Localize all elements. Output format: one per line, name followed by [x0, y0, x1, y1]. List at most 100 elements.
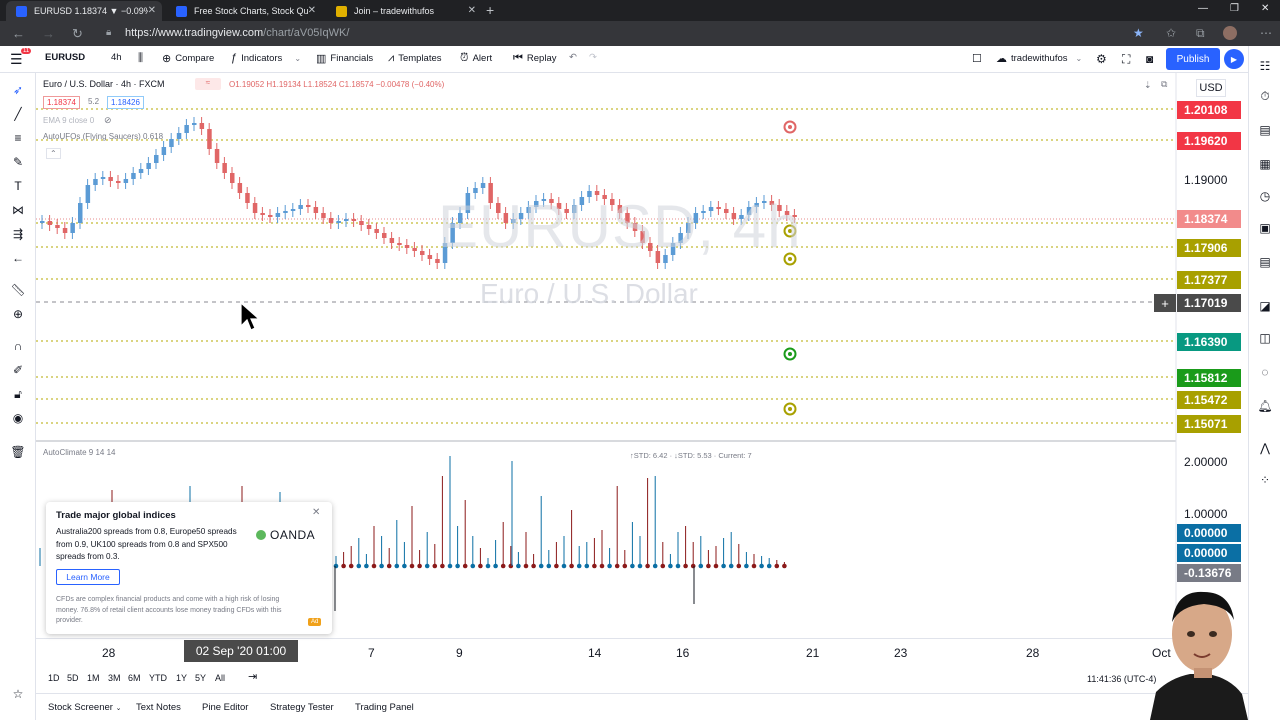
- trendline-icon[interactable]: ╱: [9, 106, 27, 122]
- chats-icon[interactable]: ◫: [1257, 330, 1273, 346]
- bid-price[interactable]: 1.18374: [43, 96, 80, 109]
- financials-button[interactable]: ▥ Financials: [316, 52, 373, 65]
- compare-button[interactable]: ⊕ Compare: [162, 52, 214, 65]
- data-window-icon[interactable]: ▤: [1257, 122, 1273, 138]
- flag-icon[interactable]: ≈: [195, 78, 221, 90]
- layout-square-icon[interactable]: ☐: [972, 52, 982, 65]
- new-tab-icon[interactable]: +: [486, 2, 494, 18]
- histogram-dot: [356, 563, 362, 569]
- histogram-dot: [569, 563, 574, 569]
- browser-menu-icon[interactable]: ⋯: [1260, 26, 1272, 40]
- window-close-icon[interactable]: ✕: [1261, 3, 1269, 14]
- watchlist-icon[interactable]: ☷: [1257, 58, 1273, 74]
- prediction-icon[interactable]: ⇶: [9, 226, 27, 242]
- range-button[interactable]: All: [215, 673, 225, 683]
- browser-tab[interactable]: Join – tradewithufos ✕: [326, 1, 482, 21]
- tab-strategy-tester[interactable]: Strategy Tester: [270, 702, 334, 713]
- range-button[interactable]: 5D: [67, 673, 79, 683]
- symbol-search[interactable]: EURUSD: [45, 52, 85, 63]
- interval-button[interactable]: 4h: [111, 52, 122, 63]
- chart-type-icon[interactable]: ⫼: [138, 52, 143, 65]
- tab-text-notes[interactable]: Text Notes: [136, 702, 181, 713]
- scroll-down-icon[interactable]: ⇣: [1144, 80, 1152, 91]
- bookmark-star-icon[interactable]: ★: [1133, 26, 1144, 40]
- zoom-icon[interactable]: ⊕: [9, 306, 27, 322]
- back-arrow-icon[interactable]: ←: [9, 250, 27, 266]
- eye-icon[interactable]: ◉: [9, 410, 27, 426]
- alerts-clock-icon[interactable]: ⏱︎: [1257, 88, 1273, 104]
- collections-icon[interactable]: ⧉: [1196, 26, 1205, 41]
- range-button[interactable]: 6M: [128, 673, 141, 683]
- notifications-bell-icon[interactable]: 🔔︎: [1257, 398, 1273, 414]
- fib-icon[interactable]: ≡: [9, 130, 27, 146]
- profile-avatar[interactable]: [1223, 26, 1237, 40]
- news-icon[interactable]: ▤: [1257, 254, 1273, 270]
- maximize-pane-icon[interactable]: ⧉: [1161, 79, 1167, 90]
- browser-tab-active[interactable]: EURUSD 1.18374 ▼ −0.09% trad ✕: [6, 1, 162, 21]
- streams-icon[interactable]: ◌: [1257, 364, 1273, 380]
- pattern-icon[interactable]: ⋈: [9, 202, 27, 218]
- tab-stock-screener[interactable]: Stock Screener ⌄: [48, 702, 121, 713]
- url-field[interactable]: https://www.tradingview.com/chart/aV05Iq…: [125, 27, 349, 39]
- hotlist-icon[interactable]: ▦: [1257, 156, 1273, 172]
- alert-button[interactable]: ⏰︎ Alert: [460, 52, 492, 65]
- reload-icon[interactable]: ↻: [72, 26, 83, 42]
- goto-date-icon[interactable]: ⇥: [248, 670, 257, 683]
- ema-indicator-label[interactable]: EMA 9 close 0: [43, 116, 94, 125]
- climate-indicator-label[interactable]: AutoClimate 9 14 14: [43, 448, 116, 457]
- range-button[interactable]: YTD: [149, 673, 167, 683]
- pencil-lock-icon[interactable]: ✐: [9, 362, 27, 378]
- range-button[interactable]: 1M: [87, 673, 100, 683]
- brush-icon[interactable]: ✎: [9, 154, 27, 170]
- templates-button[interactable]: ⩘ Templates: [388, 52, 442, 65]
- maximize-icon[interactable]: ❐: [1230, 3, 1239, 14]
- publish-button[interactable]: Publish: [1166, 48, 1220, 70]
- tab-trading-panel[interactable]: Trading Panel: [355, 702, 414, 713]
- dom-icon[interactable]: ⁘: [1257, 472, 1273, 488]
- chat-icon[interactable]: ◪: [1257, 298, 1273, 314]
- redo-icon[interactable]: ↷: [589, 52, 597, 63]
- cursor-icon[interactable]: ➶: [9, 82, 27, 98]
- crosshair-plus-icon[interactable]: +: [1154, 294, 1176, 312]
- range-button[interactable]: 3M: [108, 673, 121, 683]
- ruler-icon[interactable]: 📏︎: [9, 282, 27, 298]
- close-tab-icon[interactable]: ✕: [468, 5, 476, 16]
- histogram-dot: [493, 563, 498, 569]
- clock[interactable]: 11:41:36 (UTC-4): [1087, 674, 1156, 684]
- currency-label[interactable]: USD: [1196, 79, 1226, 97]
- star-icon[interactable]: ☆: [9, 686, 27, 702]
- range-button[interactable]: 5Y: [195, 673, 206, 683]
- forward-icon[interactable]: →: [42, 26, 55, 41]
- layout-name-button[interactable]: ☁︎ tradewithufos ⌄: [996, 52, 1082, 65]
- back-icon[interactable]: ←: [12, 26, 25, 41]
- close-tab-icon[interactable]: ✕: [308, 5, 316, 16]
- menu-icon[interactable]: ☰: [10, 51, 23, 68]
- hide-eye-icon[interactable]: ⊘: [104, 115, 112, 126]
- indicators-button[interactable]: ƒ Indicators ⌄: [231, 52, 301, 64]
- range-button[interactable]: 1D: [48, 673, 60, 683]
- trash-icon[interactable]: 🗑︎: [9, 444, 27, 460]
- close-ad-icon[interactable]: ✕: [312, 507, 320, 518]
- magnet-icon[interactable]: ∩: [9, 338, 27, 354]
- minimize-icon[interactable]: —: [1198, 3, 1208, 14]
- text-icon[interactable]: T: [9, 178, 27, 194]
- close-tab-icon[interactable]: ✕: [148, 5, 156, 16]
- collapse-legend-icon[interactable]: ⌃: [46, 148, 61, 159]
- play-icon[interactable]: ▶: [1224, 49, 1244, 69]
- fullscreen-icon[interactable]: ⛶: [1122, 52, 1130, 67]
- tab-pine-editor[interactable]: Pine Editor: [202, 702, 248, 713]
- learn-more-button[interactable]: Learn More: [56, 569, 120, 585]
- range-button[interactable]: 1Y: [176, 673, 187, 683]
- favorites-icon[interactable]: ✩: [1166, 26, 1176, 40]
- ufos-indicator-label[interactable]: AutoUFOs (Flying Saucers) 0.618: [43, 132, 163, 141]
- settings-gear-icon[interactable]: ⚙︎: [1096, 52, 1107, 66]
- browser-tab[interactable]: Free Stock Charts, Stock Quotes ✕: [166, 1, 322, 21]
- camera-icon[interactable]: ◙: [1146, 52, 1153, 66]
- ideas-icon[interactable]: ▣: [1257, 220, 1273, 236]
- lock-icon[interactable]: 🔓︎: [9, 386, 27, 402]
- undo-icon[interactable]: ↶: [569, 52, 577, 63]
- order-panel-icon[interactable]: ⋀: [1257, 440, 1273, 456]
- calendar-icon[interactable]: ◷: [1257, 188, 1273, 204]
- replay-button[interactable]: ⏮︎ Replay: [513, 52, 556, 65]
- ask-price[interactable]: 1.18426: [107, 96, 144, 109]
